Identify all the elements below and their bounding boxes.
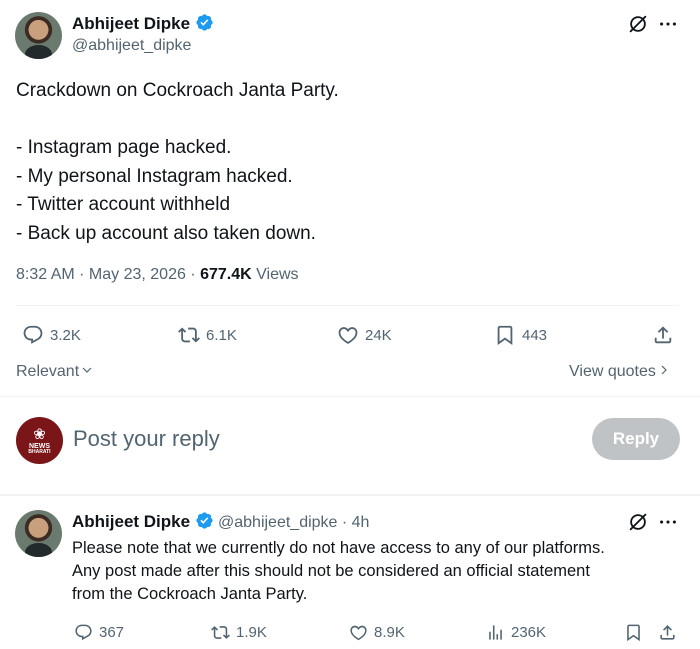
reply-author-name[interactable]: Abhijeet Dipke: [72, 512, 190, 531]
bookmark-icon: [497, 325, 513, 346]
reply-views-button[interactable]: 236K: [486, 623, 546, 642]
reply-like-count: 8.9K: [374, 624, 405, 641]
author-avatar[interactable]: [15, 12, 62, 59]
analytics-icon: [489, 625, 502, 640]
reply-text: Please note that we currently do not hav…: [72, 539, 605, 603]
heart-icon: [338, 327, 358, 344]
reply-button[interactable]: 3.2K: [22, 324, 81, 346]
repost-icon: [178, 327, 200, 343]
repost-button[interactable]: 6.1K: [178, 324, 237, 346]
repost-icon: [211, 626, 230, 639]
more-options-icon[interactable]: [657, 13, 679, 40]
view-quotes-label: View quotes: [569, 363, 656, 380]
reply-author-avatar[interactable]: [15, 510, 62, 557]
verified-badge-icon: [195, 14, 214, 33]
reply-reply-count: 367: [99, 624, 125, 641]
logo-line-2: BHARATI: [28, 448, 51, 455]
reply-author-handle[interactable]: @abhijeet_dipke: [218, 514, 337, 531]
view-quotes-link[interactable]: View quotes: [569, 363, 670, 381]
bookmark-button[interactable]: 443: [494, 324, 547, 346]
tweet-meta: 8:32 AM · May 23, 2026 · 677.4K Views: [16, 266, 299, 284]
reply-reply-button[interactable]: 367: [74, 623, 124, 642]
divider: [0, 494, 700, 496]
reply-bookmark-button[interactable]: [624, 623, 643, 642]
divider: [0, 396, 700, 397]
tweet-text: Crackdown on Cockroach Janta Party. - In…: [16, 80, 339, 244]
sort-label: Relevant: [16, 363, 80, 380]
chevron-down-icon: [81, 363, 93, 381]
reply-input[interactable]: Post your reply: [73, 426, 220, 452]
author-handle[interactable]: @abhijeet_dipke: [72, 37, 191, 55]
share-icon: [660, 625, 675, 640]
logo-mark-icon: ❀: [33, 425, 46, 443]
chevron-right-icon: [658, 363, 670, 381]
share-icon: [654, 326, 672, 344]
repost-count: 6.1K: [206, 326, 237, 344]
reply-repost-count: 1.9K: [236, 624, 267, 641]
reply-share-button[interactable]: [658, 623, 677, 642]
composer-avatar[interactable]: ❀ NEWS BHARATI: [16, 417, 63, 464]
reply-like-button[interactable]: 8.9K: [349, 623, 405, 642]
reply-submit-button[interactable]: Reply: [592, 418, 680, 460]
views-count: 677.4K: [200, 266, 252, 283]
verified-badge-icon: [195, 512, 218, 531]
more-options-icon[interactable]: [657, 511, 679, 538]
bookmark-icon: [627, 624, 640, 642]
reply-views-count: 236K: [511, 624, 547, 641]
grok-icon[interactable]: [627, 511, 649, 538]
divider: [16, 305, 679, 306]
share-button[interactable]: [652, 324, 674, 346]
bookmark-count: 443: [522, 326, 548, 344]
reply-age[interactable]: · 4h: [337, 514, 370, 531]
reply-icon: [23, 325, 43, 344]
reply-repost-button[interactable]: 1.9K: [211, 623, 267, 642]
author-name-row: Abhijeet Dipke: [72, 13, 214, 34]
grok-icon[interactable]: [627, 13, 649, 40]
tweet-timestamp[interactable]: 8:32 AM · May 23, 2026 ·: [16, 266, 200, 283]
like-button[interactable]: 24K: [337, 324, 392, 346]
views-label: Views: [251, 266, 299, 283]
author-name[interactable]: Abhijeet Dipke: [72, 14, 190, 33]
sort-dropdown[interactable]: Relevant: [16, 363, 93, 381]
like-count: 24K: [365, 326, 392, 344]
reply-icon: [75, 624, 92, 641]
reply-count: 3.2K: [50, 326, 81, 344]
reply-header: Abhijeet Dipke @abhijeet_dipke · 4h: [72, 511, 369, 532]
heart-icon: [350, 625, 367, 641]
